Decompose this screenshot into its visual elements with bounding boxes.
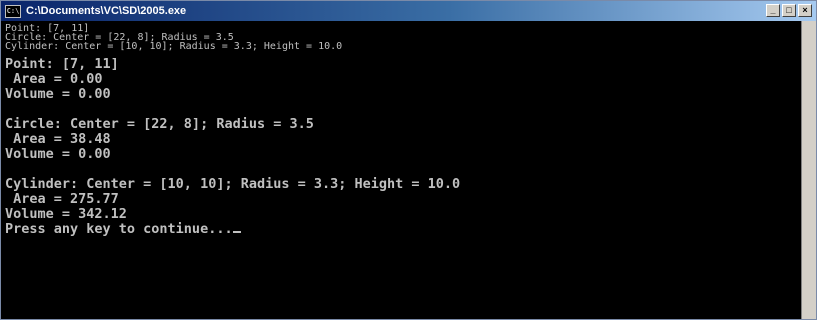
console-line-circle-label: Circle: Center = [22, 8]; Radius = 3.5 — [5, 116, 314, 132]
console-line-circle-volume: Volume = 0.00 — [5, 146, 111, 162]
console-line-circle-area: Area = 38.48 — [5, 131, 111, 147]
console-app-icon[interactable]: C:\ — [5, 4, 21, 18]
vertical-scrollbar[interactable] — [801, 21, 816, 319]
text-cursor — [232, 231, 241, 233]
maximize-button[interactable]: □ — [782, 4, 796, 17]
console-line-cylinder-volume: Volume = 342.12 — [5, 206, 127, 222]
title-bar[interactable]: C:\ C:\Documents\VC\SD\2005.exe _ □ × — [1, 1, 816, 21]
console-line-cylinder-area: Area = 275.77 — [5, 191, 119, 207]
console-line-point-area: Area = 0.00 — [5, 71, 103, 87]
window-controls: _ □ × — [766, 4, 812, 17]
console-line-point-volume: Volume = 0.00 — [5, 86, 111, 102]
console-window: C:\ C:\Documents\VC\SD\2005.exe _ □ × Po… — [0, 0, 817, 320]
console-line-prompt: Press any key to continue... — [5, 222, 800, 237]
console-line-header-cylinder: Cylinder: Center = [10, 10]; Radius = 3.… — [5, 41, 343, 52]
prompt-text: Press any key to continue... — [5, 221, 233, 237]
window-title: C:\Documents\VC\SD\2005.exe — [26, 5, 187, 17]
console-line-cylinder-label: Cylinder: Center = [10, 10]; Radius = 3.… — [5, 176, 461, 192]
close-button[interactable]: × — [798, 4, 812, 17]
console-output[interactable]: Point: [7, 11] Circle: Center = [22, 8];… — [5, 24, 800, 316]
console-line-point-label: Point: [7, 11] — [5, 56, 119, 72]
minimize-button[interactable]: _ — [766, 4, 780, 17]
